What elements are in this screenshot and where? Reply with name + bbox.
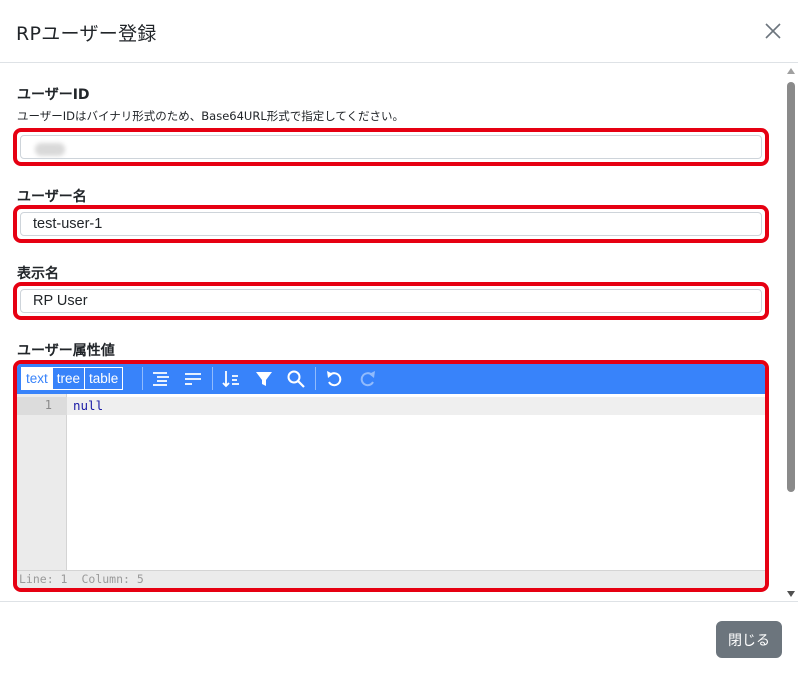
menu-separator [315,367,316,390]
menu-separator [212,367,213,390]
compact-icon [185,373,201,385]
close-icon [765,23,781,39]
line-number-gutter: 1 [17,394,67,570]
compact-button[interactable] [182,368,204,390]
sort-button[interactable] [220,368,242,390]
json-editor: text tree table 1 null Line: 1 Column: 5 [13,360,769,592]
user-name-label: ユーザー名 [17,189,87,205]
filter-button[interactable] [253,368,275,390]
menu-separator [142,367,143,390]
mode-tree-button[interactable]: tree [51,367,86,390]
mode-text-button[interactable]: text [21,367,53,390]
close-footer-button[interactable]: 閉じる [716,621,782,658]
format-button[interactable] [150,368,172,390]
modal-body: ユーザーID ユーザーIDはバイナリ形式のため、Base64URL形式で指定して… [0,64,784,601]
json-editor-menu: text tree table [17,364,765,394]
close-button[interactable] [762,20,784,42]
display-name-highlight [13,282,769,320]
redo-button[interactable] [356,368,378,390]
user-id-label: ユーザーID [17,87,90,103]
user-id-field-box [20,135,762,159]
search-icon [287,370,305,388]
modal-header: RPユーザー登録 [0,0,798,63]
user-name-highlight [13,205,769,243]
modal-title: RPユーザー登録 [16,23,157,45]
cursor-line: Line: 1 [19,572,68,586]
active-line-gutter [17,397,67,415]
undo-icon [327,371,342,387]
mode-table-button[interactable]: table [84,367,124,390]
undo-button[interactable] [324,368,346,390]
line-number: 1 [44,398,52,412]
code-area[interactable]: null [67,394,765,570]
scroll-down-arrow-icon[interactable] [787,591,795,597]
redacted-user-id [35,143,65,156]
editor-status-bar: Line: 1 Column: 5 [17,570,765,588]
modal-footer: 閉じる [0,601,798,673]
scroll-up-arrow-icon[interactable] [787,68,795,74]
display-name-field-box [20,289,762,313]
search-button[interactable] [285,368,307,390]
user-id-highlight [13,128,769,166]
display-name-input[interactable] [21,290,761,312]
rp-user-register-modal: RPユーザー登録 ユーザーID ユーザーIDはバイナリ形式のため、Base64U… [0,0,798,673]
user-id-input[interactable] [21,136,761,158]
attributes-label: ユーザー属性値 [17,343,115,359]
filter-icon [256,372,272,386]
cursor-column: Column: 5 [81,572,144,586]
mode-switcher: text tree table [21,367,124,390]
user-name-input[interactable] [21,213,761,235]
user-name-field-box [20,212,762,236]
scroll-thumb[interactable] [787,82,795,492]
display-name-label: 表示名 [17,266,59,282]
modal-scrollbar[interactable] [784,64,798,601]
redo-icon [360,371,375,387]
active-line [67,397,765,415]
user-id-hint: ユーザーIDはバイナリ形式のため、Base64URL形式で指定してください。 [17,109,405,123]
sort-icon [222,371,239,388]
format-icon [153,372,169,386]
code-line: null [73,398,104,413]
